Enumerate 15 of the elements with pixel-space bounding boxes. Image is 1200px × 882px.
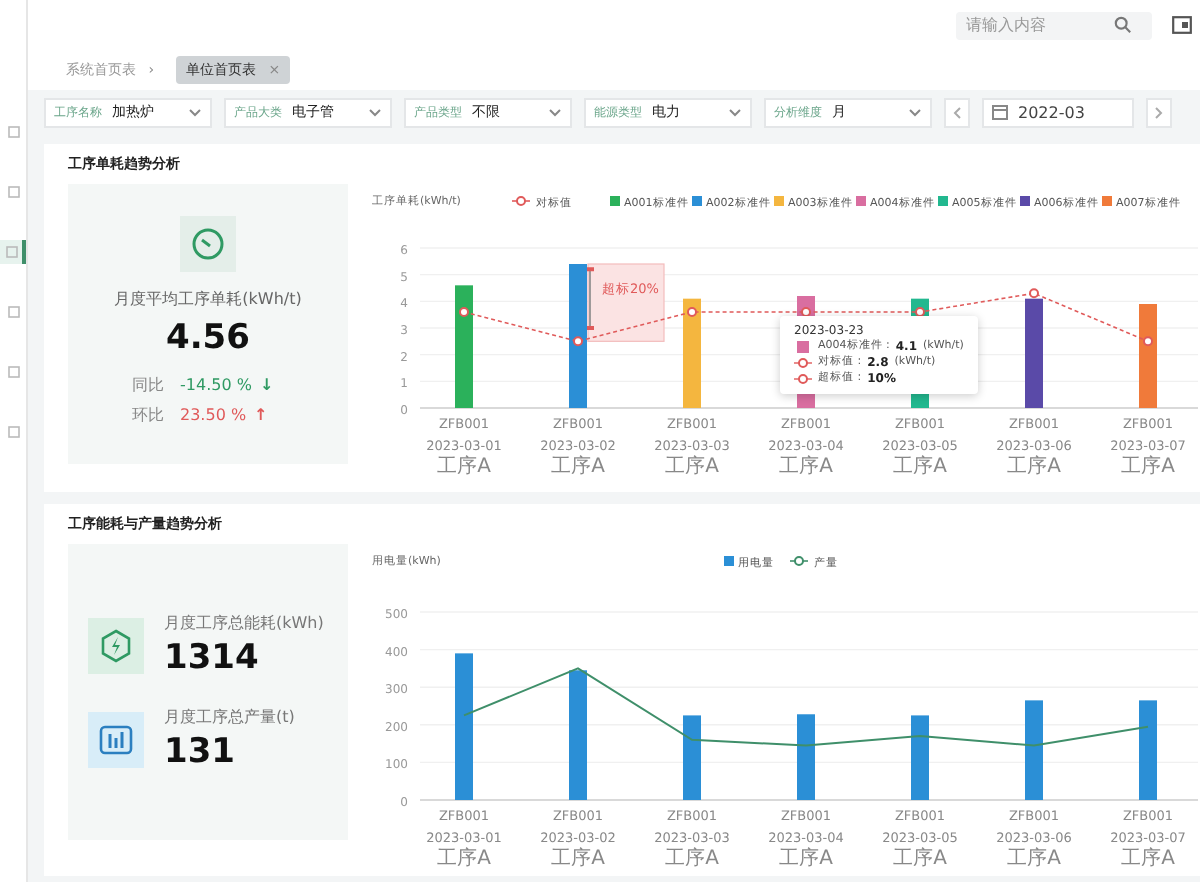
date-field[interactable]: 2022-03 (982, 97, 1134, 128)
stat-label: 月度工序总能耗(kWh) (164, 612, 324, 634)
comparison-value: -14.50 % (180, 376, 252, 395)
stat-value: 1314 (164, 638, 261, 678)
stat-label: 月度平均工序单耗(kWh/t) (114, 288, 302, 311)
trend-arrow: ↑ (254, 406, 268, 425)
search-input[interactable]: 请输入内容 (966, 16, 1114, 35)
stat-label: 月度工序总产量(t) (164, 706, 295, 728)
stat-value: 4.56 (166, 318, 250, 359)
search-field[interactable]: 请输入内容 (956, 11, 1152, 40)
trend-arrow: ↓ (259, 376, 274, 395)
comparison-label: 环比 (132, 404, 164, 427)
comparison-value: 23.50 % (180, 406, 247, 425)
stat-value: 131 (164, 732, 237, 772)
comparison-label: 同比 (132, 374, 164, 397)
